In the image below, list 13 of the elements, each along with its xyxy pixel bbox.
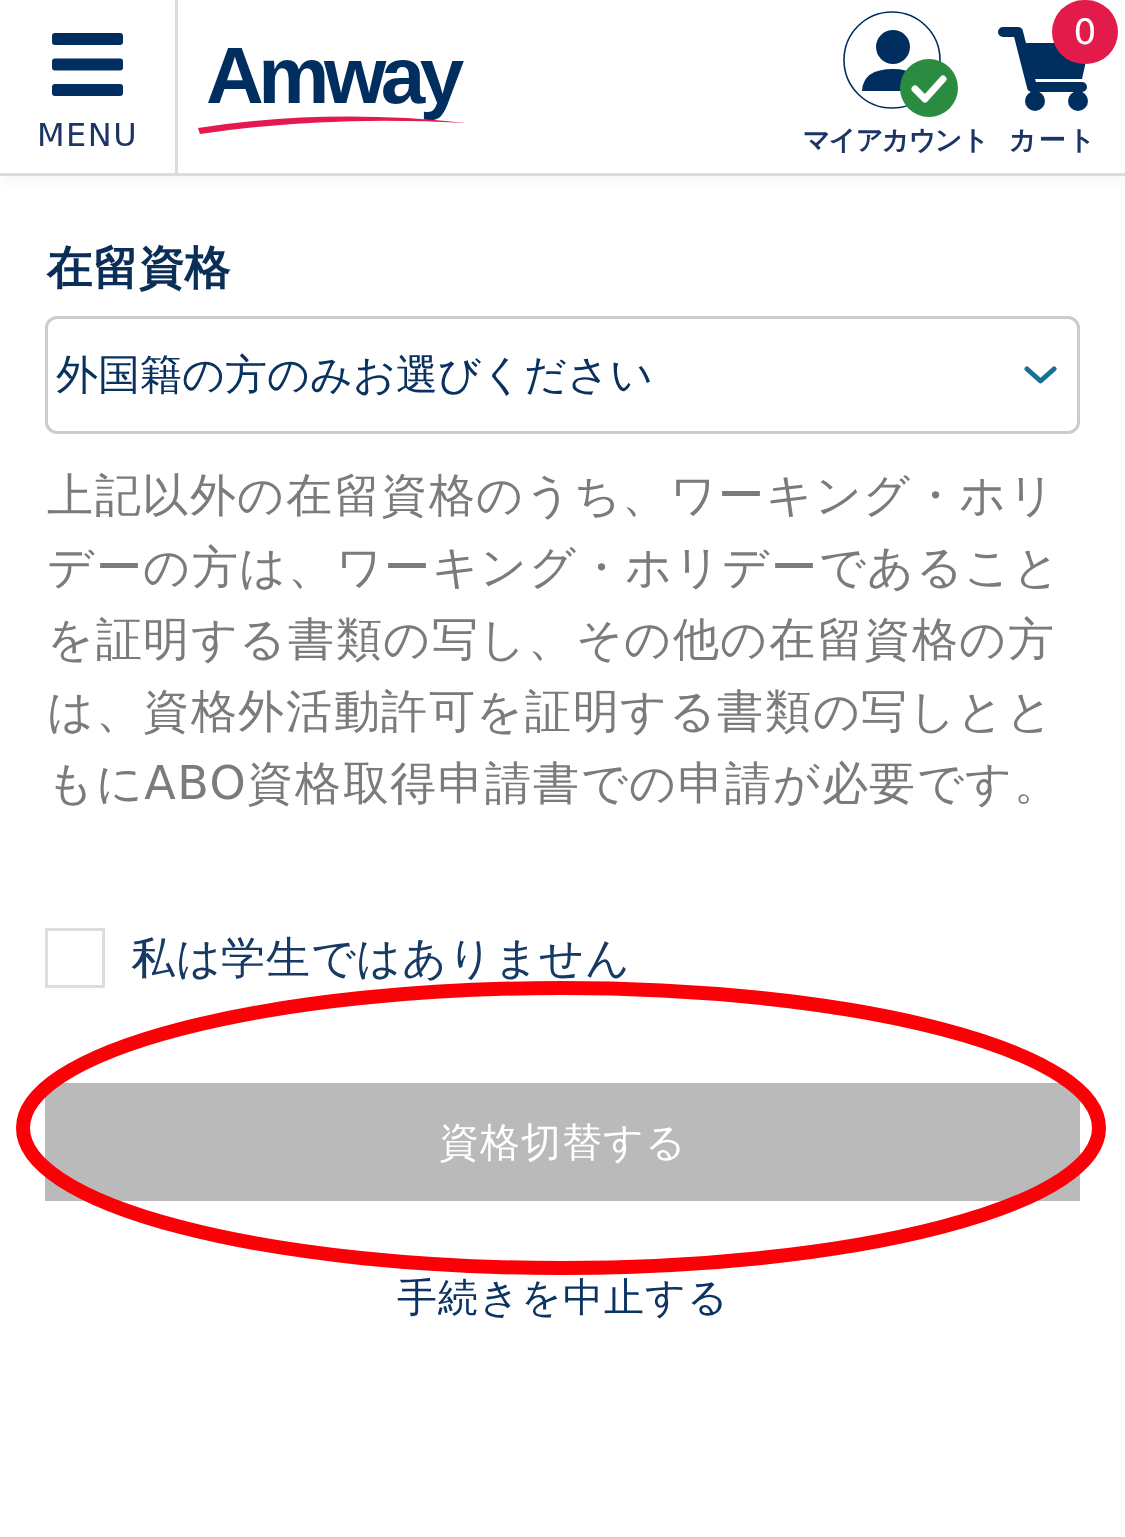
menu-button[interactable]: MENU [0,0,178,173]
account-button[interactable]: マイアカウント [802,0,988,157]
residence-status-select[interactable]: 外国籍の方のみお選びください [45,316,1080,434]
checkbox[interactable] [45,928,105,988]
note-text: 上記以外の在留資格のうち、ワーキング・ホリデーの方は、ワーキング・ホリデーであることを証明する書類の写し、その他の在留資格の方は、資格外活動許可を証明する書類の写しとともにABO資格取得申請書での申請が必要です。 [46,467,1063,812]
cancel-link[interactable]: 手続きを中止する [396,1273,729,1321]
chevron-down-icon [1024,365,1057,385]
field-label: 在留資格 [45,240,232,295]
menu-icon [52,33,123,96]
cart-count-badge: 0 [1052,0,1118,64]
checkbox-label: 私は学生ではありません [131,933,631,983]
cart-button[interactable]: カート 0 [998,0,1118,157]
logo[interactable]: Amway [198,36,466,134]
